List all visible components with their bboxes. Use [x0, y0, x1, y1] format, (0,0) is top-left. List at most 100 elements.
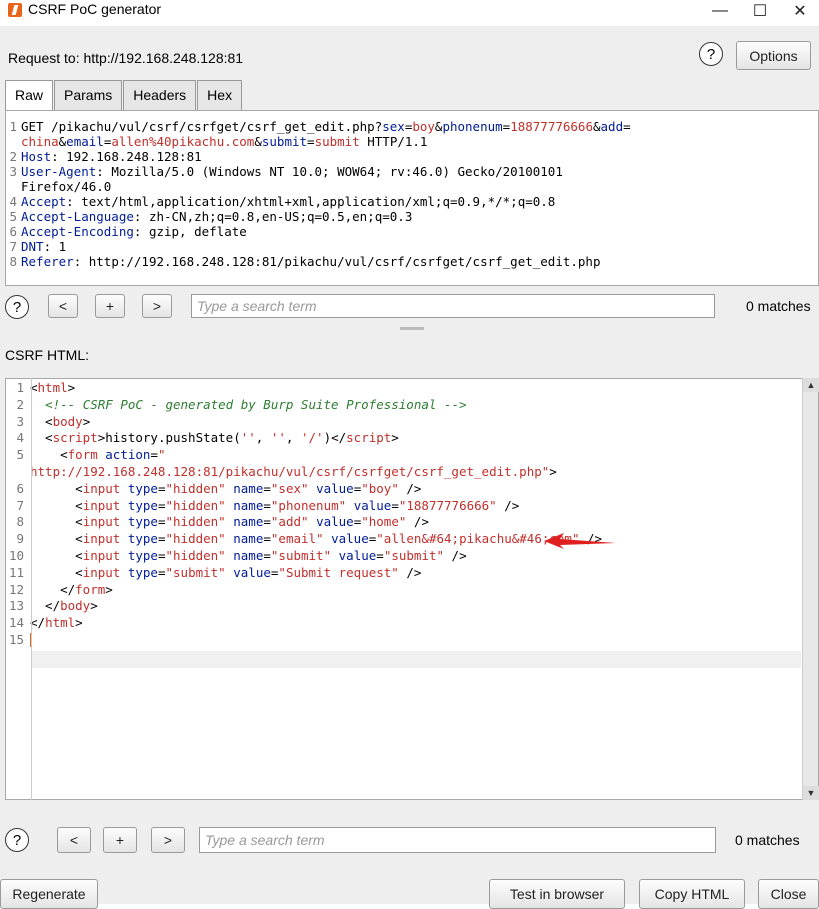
code-text: <script>history.pushState('', '', '/')</…: [30, 430, 399, 446]
vertical-scrollbar[interactable]: ▲ ▼: [802, 378, 819, 800]
close-button[interactable]: Close: [758, 879, 819, 909]
tab-hex[interactable]: Hex: [197, 80, 243, 110]
code-line: 11 <input type="submit" value="Submit re…: [6, 564, 818, 582]
request-search-input[interactable]: Type a search term: [191, 294, 715, 318]
gutter-divider: [31, 378, 32, 800]
code-text: <input type="hidden" name="submit" value…: [30, 547, 467, 563]
scroll-down-icon[interactable]: ▼: [803, 786, 819, 800]
copy-html-button[interactable]: Copy HTML: [639, 879, 745, 909]
code-line: 8 <input type="hidden" name="add" value=…: [6, 514, 818, 532]
code-line: 4 <script>history.pushState('', '', '/')…: [6, 430, 818, 448]
line-number: 10: [6, 547, 30, 565]
pane-splitter[interactable]: [400, 327, 424, 330]
code-line: 1 GET /pikachu/vul/csrf/csrfget/csrf_get_…: [6, 119, 818, 134]
request-editor[interactable]: 1 GET /pikachu/vul/csrf/csrfget/csrf_get_…: [5, 110, 819, 286]
line-number: 4: [9, 194, 17, 209]
regenerate-button[interactable]: Regenerate: [0, 879, 98, 909]
search-next-button[interactable]: >: [151, 827, 185, 853]
code-text: <input type="submit" value="Submit reque…: [30, 564, 422, 580]
code-line: 6 Accept-Encoding: gzip, deflate: [6, 224, 818, 239]
red-arrow-annotation: [544, 533, 616, 549]
code-text: User-Agent: Mozilla/5.0 (Windows NT 10.0…: [21, 164, 563, 179]
line-number: [6, 463, 30, 481]
code-text: </body>: [30, 598, 98, 614]
help-icon[interactable]: ?: [5, 295, 29, 319]
tab-headers[interactable]: Headers: [123, 80, 197, 110]
code-line: 12 </form>: [6, 581, 818, 599]
tab-raw[interactable]: Raw: [5, 80, 54, 110]
scroll-up-icon[interactable]: ▲: [803, 378, 819, 392]
tab-params[interactable]: Params: [54, 80, 123, 110]
code-text: Accept-Encoding: gzip, deflate: [21, 224, 247, 239]
line-number: 8: [6, 514, 30, 532]
burp-app-icon: [8, 3, 22, 17]
minimize-button[interactable]: —: [700, 0, 740, 22]
line-number: 3: [6, 413, 30, 431]
code-line: 9 <input type="hidden" name="email" valu…: [6, 531, 818, 548]
line-number: 6: [9, 224, 17, 239]
code-line: Firefox/46.0: [6, 179, 818, 194]
test-in-browser-button[interactable]: Test in browser: [489, 879, 625, 909]
code-line: 15: [6, 631, 818, 649]
line-number: 1: [6, 380, 30, 397]
code-line: china&email=allen%40pikachu.com&submit=s…: [6, 134, 818, 149]
line-number: 9: [6, 531, 30, 548]
line-number: [6, 179, 21, 194]
line-number: 13: [6, 598, 30, 616]
code-line: 2 <!-- CSRF PoC - generated by Burp Suit…: [6, 396, 818, 414]
line-number: 6: [6, 480, 30, 498]
request-match-count: 0 matches: [746, 298, 811, 314]
code-line: 10 <input type="hidden" name="submit" va…: [6, 547, 818, 565]
code-line: 6 <input type="hidden" name="sex" value=…: [6, 480, 818, 498]
search-prev-button[interactable]: <: [48, 294, 78, 318]
close-window-button[interactable]: ✕: [780, 0, 819, 22]
help-icon[interactable]: ?: [5, 828, 29, 852]
code-line: 14 </html>: [6, 615, 818, 632]
search-add-button[interactable]: +: [95, 294, 125, 318]
code-text: Firefox/46.0: [21, 179, 112, 194]
line-number: 7: [9, 239, 17, 254]
csrf-search-input[interactable]: Type a search term: [199, 827, 716, 853]
code-text: <!-- CSRF PoC - generated by Burp Suite …: [45, 396, 467, 412]
code-text: Host: 192.168.248.128:81: [21, 149, 202, 164]
request-tabs: Raw Params Headers Hex: [5, 80, 243, 110]
code-text: Accept: text/html,application/xhtml+xml,…: [21, 194, 556, 209]
line-number: 12: [6, 581, 30, 599]
csrf-html-label: CSRF HTML:: [5, 347, 89, 363]
line-number: 11: [6, 564, 30, 582]
code-line: 3 User-Agent: Mozilla/5.0 (Windows NT 10.…: [6, 164, 818, 179]
code-text: DNT: 1: [21, 239, 67, 254]
line-number: 14: [6, 615, 30, 632]
current-line-highlight: [32, 651, 801, 668]
code-line: 5 <form action=": [6, 447, 818, 464]
line-number: 1: [9, 119, 17, 134]
line-number: 5: [9, 209, 17, 224]
code-text: GET /pikachu/vul/csrf/csrfget/csrf_get_e…: [21, 119, 631, 134]
code-line: 7 <input type="hidden" name="phonenum" v…: [6, 497, 818, 515]
help-icon[interactable]: ?: [699, 42, 723, 66]
options-button[interactable]: Options: [736, 41, 811, 70]
code-line: 2 Host: 192.168.248.128:81: [6, 149, 818, 164]
code-text: <form action=": [30, 447, 166, 463]
code-text: Referer: http://192.168.248.128:81/pikac…: [21, 254, 601, 269]
search-next-button[interactable]: >: [142, 294, 172, 318]
code-line: 8 Referer: http://192.168.248.128:81/pika…: [6, 254, 818, 269]
code-line: 5 Accept-Language: zh-CN,zh;q=0.8,en-US;q…: [6, 209, 818, 224]
code-line: http://192.168.248.128:81/pikachu/vul/cs…: [6, 463, 818, 481]
search-prev-button[interactable]: <: [57, 827, 91, 853]
line-number: 15: [6, 631, 30, 649]
code-text: <html>: [30, 380, 76, 395]
code-line: 13 </body>: [6, 598, 818, 616]
csrf-html-editor[interactable]: 1 <html> 2 <!-- CSRF PoC - generated by Bu…: [5, 378, 819, 800]
line-number: 7: [6, 497, 30, 515]
request-target-label: Request to: http://192.168.248.128:81: [8, 50, 244, 66]
maximize-button[interactable]: ☐: [740, 0, 780, 22]
code-text: <input type="hidden" name="sex" value="b…: [30, 480, 422, 496]
code-text: </html>: [30, 615, 83, 631]
search-add-button[interactable]: +: [103, 827, 137, 853]
code-line: 4 Accept: text/html,application/xhtml+xml…: [6, 194, 818, 209]
title-bar: CSRF PoC generator — ☐ ✕: [0, 0, 819, 26]
csrf-match-count: 0 matches: [735, 832, 800, 848]
line-number: 5: [6, 447, 30, 464]
code-text: <input type="hidden" name="email" value=…: [30, 531, 603, 547]
